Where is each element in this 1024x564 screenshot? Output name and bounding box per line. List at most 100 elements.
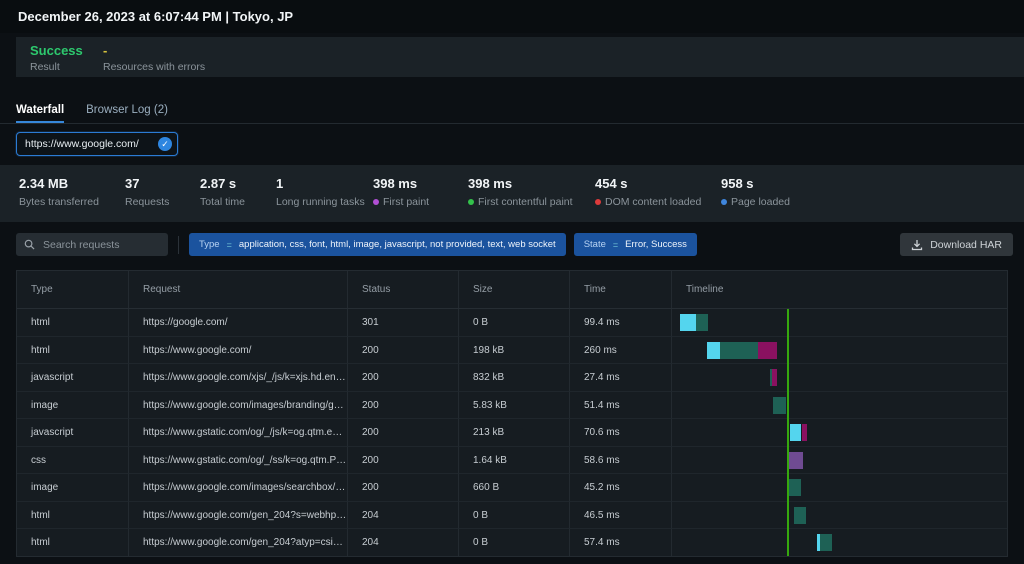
search-box[interactable] xyxy=(16,233,168,256)
table-row[interactable]: javascript https://www.gstatic.com/og/_/… xyxy=(17,419,1007,447)
timeline-cell xyxy=(672,337,1007,364)
metric-label: DOM content loaded xyxy=(605,196,702,208)
errors-value: - xyxy=(103,43,108,58)
metric-page-loaded: 958 s Page loaded xyxy=(721,176,790,222)
metric-label: Requests xyxy=(125,196,170,208)
metric-bytes-transferred: 2.34 MB Bytes transferred xyxy=(19,176,125,222)
metrics-panel: 2.34 MB Bytes transferred 37 Requests 2.… xyxy=(0,165,1024,222)
result-summary: Success Result xyxy=(30,43,83,74)
cell-request: https://www.gstatic.com/og/_/ss/k=og.qtm… xyxy=(129,446,348,474)
cell-size: 0 B xyxy=(459,309,570,337)
cell-time: 58.6 ms xyxy=(570,446,672,474)
cell-status: 204 xyxy=(348,501,459,529)
timeline-bar-segment xyxy=(696,314,708,331)
summary-panel: Success Result - Resources with errors xyxy=(16,37,1024,77)
metric-value: 2.87 s xyxy=(200,176,237,191)
cell-request: https://www.google.com/gen_204?atyp=csi&… xyxy=(129,529,348,556)
cell-status: 200 xyxy=(348,364,459,392)
metric-first-paint: 398 ms First paint xyxy=(373,176,468,222)
page-loaded-dot-icon xyxy=(721,199,727,205)
cell-status: 200 xyxy=(348,419,459,447)
cell-type: javascript xyxy=(17,364,129,392)
cell-status: 200 xyxy=(348,336,459,364)
col-header-type: Type xyxy=(17,271,129,308)
metric-label: Long running tasks xyxy=(276,196,365,208)
fcp-dot-icon xyxy=(468,199,474,205)
cell-time: 70.6 ms xyxy=(570,419,672,447)
timeline-bar-segment xyxy=(758,341,777,359)
cell-size: 832 kB xyxy=(459,364,570,392)
metric-value: 398 ms xyxy=(468,176,513,191)
cell-time: 45.2 ms xyxy=(570,474,672,502)
metric-first-contentful-paint: 398 ms First contentful paint xyxy=(468,176,595,222)
requests-table: Type Request Status Size Time Timeline h… xyxy=(16,270,1008,557)
filter-toolbar: Type = application, css, font, html, ima… xyxy=(16,233,1013,256)
cell-size: 0 B xyxy=(459,529,570,556)
chip-value: Error, Success xyxy=(625,239,687,250)
metric-value: 1 xyxy=(276,176,284,191)
timeline-cell xyxy=(672,392,1007,419)
cell-time: 46.5 ms xyxy=(570,501,672,529)
timeline-bar-segment xyxy=(680,314,696,331)
filter-chip-type[interactable]: Type = application, css, font, html, ima… xyxy=(189,233,566,256)
chip-label: State xyxy=(583,239,606,250)
table-row[interactable]: html https://google.com/ 301 0 B 99.4 ms xyxy=(17,309,1007,337)
cell-size: 1.64 kB xyxy=(459,446,570,474)
metric-value: 37 xyxy=(125,176,140,191)
download-har-button[interactable]: Download HAR xyxy=(900,233,1013,256)
event-marker-line xyxy=(787,309,789,556)
result-value: Success xyxy=(30,43,83,58)
result-label: Result xyxy=(30,61,60,73)
tab-waterfall[interactable]: Waterfall xyxy=(16,99,65,123)
cell-type: javascript xyxy=(17,419,129,447)
chip-value: application, css, font, html, image, jav… xyxy=(238,239,556,250)
timeline-bar-segment xyxy=(820,534,832,551)
timeline-bar-segment xyxy=(720,341,758,359)
cell-request: https://www.google.com/ xyxy=(129,336,348,364)
cell-size: 660 B xyxy=(459,474,570,502)
search-input[interactable] xyxy=(41,237,160,252)
cell-type: image xyxy=(17,474,129,502)
cell-request: https://www.google.com/xjs/_/js/k=xjs.hd… xyxy=(129,364,348,392)
timeline-bar-segment xyxy=(802,424,807,441)
metric-value: 958 s xyxy=(721,176,754,191)
metric-label: First paint xyxy=(383,196,430,208)
timeline-cell xyxy=(672,309,1007,337)
table-header: Type Request Status Size Time Timeline xyxy=(17,271,1007,309)
timeline-cell xyxy=(672,447,1007,474)
success-check-icon: ✓ xyxy=(158,137,172,151)
metric-label: First contentful paint xyxy=(478,196,573,208)
col-header-request: Request xyxy=(129,271,348,308)
page-title: December 26, 2023 at 6:07:44 PM | Tokyo,… xyxy=(0,0,1024,33)
metric-label: Page loaded xyxy=(731,196,790,208)
table-row[interactable]: image https://www.google.com/images/sear… xyxy=(17,474,1007,502)
chip-operator: = xyxy=(612,239,619,250)
cell-status: 200 xyxy=(348,446,459,474)
errors-summary: - Resources with errors xyxy=(103,43,205,74)
url-input[interactable] xyxy=(17,138,158,150)
timeline-bar-segment xyxy=(790,424,801,441)
timeline-cell xyxy=(672,419,1007,447)
url-step-box[interactable]: ✓ xyxy=(16,132,178,156)
cell-size: 0 B xyxy=(459,501,570,529)
table-row[interactable]: css https://www.gstatic.com/og/_/ss/k=og… xyxy=(17,446,1007,474)
col-header-time: Time xyxy=(570,271,672,308)
tab-browser-log[interactable]: Browser Log (2) xyxy=(86,99,168,123)
metric-total-time: 2.87 s Total time xyxy=(200,176,276,222)
table-row[interactable]: image https://www.google.com/images/bran… xyxy=(17,391,1007,419)
download-icon xyxy=(912,239,923,250)
cell-status: 200 xyxy=(348,391,459,419)
metric-dom-content-loaded: 454 s DOM content loaded xyxy=(595,176,721,222)
timeline-bar-segment xyxy=(789,479,801,496)
cell-time: 27.4 ms xyxy=(570,364,672,392)
table-row[interactable]: html https://www.google.com/gen_204?s=we… xyxy=(17,501,1007,529)
table-row[interactable]: html https://www.google.com/ 200 198 kB … xyxy=(17,336,1007,364)
chip-operator: = xyxy=(226,239,232,250)
timeline-cell xyxy=(672,502,1007,529)
cell-request: https://www.gstatic.com/og/_/js/k=og.qtm… xyxy=(129,419,348,447)
table-row[interactable]: html https://www.google.com/gen_204?atyp… xyxy=(17,529,1007,556)
col-header-size: Size xyxy=(459,271,570,308)
metric-long-running-tasks: 1 Long running tasks xyxy=(276,176,373,222)
filter-chip-state[interactable]: State = Error, Success xyxy=(573,233,697,256)
table-row[interactable]: javascript https://www.google.com/xjs/_/… xyxy=(17,364,1007,392)
